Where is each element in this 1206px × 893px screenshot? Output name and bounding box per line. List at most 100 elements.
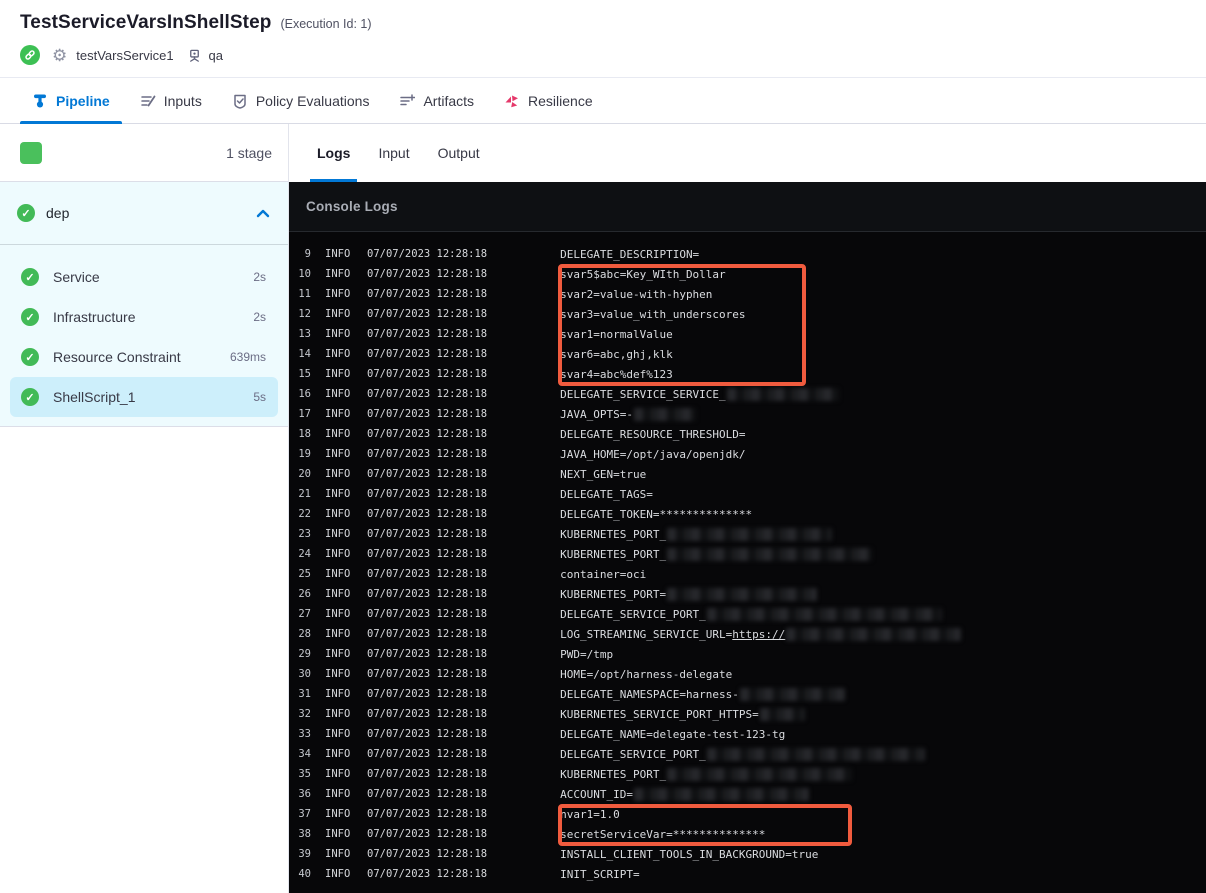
tab-resilience[interactable]: Resilience — [492, 78, 605, 123]
tab-artifacts[interactable]: Artifacts — [387, 78, 486, 123]
log-ln: 27 — [298, 608, 311, 620]
tab-policy-evaluations[interactable]: Policy Evaluations — [220, 78, 382, 123]
log-ln: 30 — [298, 668, 311, 680]
log-tms: 07/07/2023 12:28:18 — [367, 608, 488, 620]
log-message: DELEGATE_SERVICE_PORT_ — [560, 607, 942, 621]
step-duration: 2s — [253, 270, 266, 284]
step-row-resource-constraint[interactable]: ✓ Resource Constraint 639ms — [10, 337, 278, 377]
gear-icon: ⚙ — [52, 45, 68, 65]
tab-inputs[interactable]: Inputs — [128, 78, 214, 123]
inputs-icon — [140, 93, 156, 109]
step-row-shellscript-1[interactable]: ✓ ShellScript_1 5s — [10, 377, 278, 417]
step-row-service[interactable]: ✓ Service 2s — [10, 257, 278, 297]
log-text: DELEGATE_NAMESPACE=harness- — [560, 687, 739, 701]
log-tms: 07/07/2023 12:28:18 — [367, 768, 488, 780]
log-line: 14 INFO 07/07/2023 12:28:18 svar6=abc,ghj,k… — [289, 344, 1206, 364]
log-tms: 07/07/2023 12:28:18 — [367, 548, 488, 560]
redacted-text — [726, 387, 839, 401]
tab-pipeline[interactable]: Pipeline — [20, 78, 122, 124]
success-check-icon: ✓ — [17, 204, 35, 222]
step-row-infrastructure[interactable]: ✓ Infrastructure 2s — [10, 297, 278, 337]
log-line: 40 INFO 07/07/2023 12:28:18 INIT_SCRIPT= — [289, 864, 1206, 884]
log-tab-bar: Logs Input Output — [289, 124, 1206, 182]
tab-output[interactable]: Output — [431, 124, 487, 182]
log-line: 27 INFO 07/07/2023 12:28:18 DELEGATE_SERVIC… — [289, 604, 1206, 624]
log-message: INSTALL_CLIENT_TOOLS_IN_BACKGROUND=true — [560, 848, 818, 861]
log-lvl: INFO — [325, 668, 351, 680]
log-message: DELEGATE_SERVICE_SERVICE_ — [560, 387, 839, 401]
log-tms: 07/07/2023 12:28:18 — [367, 688, 488, 700]
log-message: DELEGATE_TAGS= — [560, 488, 653, 501]
log-lvl: INFO — [325, 508, 351, 520]
log-tms: 07/07/2023 12:28:18 — [367, 288, 488, 300]
pipeline-icon — [32, 93, 48, 109]
log-tms: 07/07/2023 12:28:18 — [367, 828, 488, 840]
redacted-text — [633, 787, 809, 801]
stage-row-dep[interactable]: ✓ dep — [0, 182, 288, 245]
log-tms: 07/07/2023 12:28:18 — [367, 528, 488, 540]
log-lvl: INFO — [325, 828, 351, 840]
success-check-icon: ✓ — [21, 308, 39, 326]
log-text: KUBERNETES_PORT_ — [560, 527, 667, 541]
log-lvl: INFO — [325, 628, 351, 640]
log-tms: 07/07/2023 12:28:18 — [367, 648, 488, 660]
stage-count: 1 stage — [226, 144, 272, 161]
log-lvl: INFO — [325, 748, 351, 760]
log-area[interactable]: 9 INFO 07/07/2023 12:28:18 DELEGATE_DESCRIP… — [289, 232, 1206, 893]
log-ln: 38 — [298, 828, 311, 840]
log-line: 39 INFO 07/07/2023 12:28:18 INSTALL_CLIENT_… — [289, 844, 1206, 864]
log-ln: 21 — [298, 488, 311, 500]
log-ln: 17 — [298, 408, 311, 420]
log-ln: 16 — [298, 388, 311, 400]
log-text: svar6=abc,ghj,klk — [560, 347, 673, 361]
step-label: Infrastructure — [53, 309, 136, 325]
log-lvl: INFO — [325, 248, 351, 260]
tab-logs[interactable]: Logs — [310, 124, 358, 182]
chevron-up-icon[interactable] — [256, 209, 270, 218]
log-message: JAVA_OPTS=- — [560, 407, 696, 421]
log-ln: 14 — [298, 348, 311, 360]
log-lvl: INFO — [325, 468, 351, 480]
log-link[interactable]: https:// — [732, 628, 785, 641]
log-message: JAVA_HOME=/opt/java/openjdk/ — [560, 448, 745, 461]
tab-label: Policy Evaluations — [255, 92, 370, 109]
log-text: DELEGATE_SERVICE_PORT_ — [560, 747, 706, 761]
log-lvl: INFO — [325, 288, 351, 300]
log-line: 19 INFO 07/07/2023 12:28:18 JAVA_HOME=/opt/… — [289, 444, 1206, 464]
log-tms: 07/07/2023 12:28:18 — [367, 328, 488, 340]
log-text: DELEGATE_SERVICE_SERVICE_ — [560, 387, 726, 401]
cd-module-icon — [20, 45, 40, 65]
log-text: DELEGATE_SERVICE_PORT_ — [560, 607, 706, 621]
log-ln: 36 — [298, 788, 311, 800]
log-text: KUBERNETES_PORT_ — [560, 547, 667, 561]
resilience-chaos-icon — [504, 93, 520, 109]
tab-label: Pipeline — [56, 92, 110, 109]
success-check-icon: ✓ — [21, 388, 39, 406]
log-text: svar2=value-with-hyphen — [560, 287, 713, 301]
log-message: DELEGATE_NAME=delegate-test-123-tg — [560, 728, 785, 741]
log-tms: 07/07/2023 12:28:18 — [367, 468, 488, 480]
log-lvl: INFO — [325, 688, 351, 700]
service-name[interactable]: testVarsService1 — [76, 48, 173, 63]
console-header[interactable]: Console Logs — [289, 182, 1206, 232]
tab-input[interactable]: Input — [371, 124, 416, 182]
log-ln: 20 — [298, 468, 311, 480]
log-tms: 07/07/2023 12:28:18 — [367, 668, 488, 680]
log-message: DELEGATE_TOKEN=************** — [560, 508, 752, 521]
log-line: 35 INFO 07/07/2023 12:28:18 KUBERNETES_PORT… — [289, 764, 1206, 784]
log-tms: 07/07/2023 12:28:18 — [367, 488, 488, 500]
log-message: DELEGATE_RESOURCE_THRESHOLD= — [560, 428, 745, 441]
log-line: 37 INFO 07/07/2023 12:28:18 nvar1=1.0 — [289, 804, 1206, 824]
console-title: Console Logs — [306, 199, 398, 214]
log-ln: 37 — [298, 808, 311, 820]
log-tms: 07/07/2023 12:28:18 — [367, 408, 488, 420]
log-tms: 07/07/2023 12:28:18 — [367, 508, 488, 520]
log-message: DELEGATE_DESCRIPTION= — [560, 248, 699, 261]
step-label: Service — [53, 269, 100, 285]
log-text: svar4=abc%def%123 — [560, 367, 673, 381]
log-text: DELEGATE_NAME=delegate-test-123-tg — [560, 727, 786, 741]
log-text: svar5$abc=Key_WIth_Dollar — [560, 267, 726, 281]
log-tms: 07/07/2023 12:28:18 — [367, 448, 488, 460]
environment-name[interactable]: qa — [209, 48, 223, 63]
stage-status-square — [20, 141, 42, 164]
